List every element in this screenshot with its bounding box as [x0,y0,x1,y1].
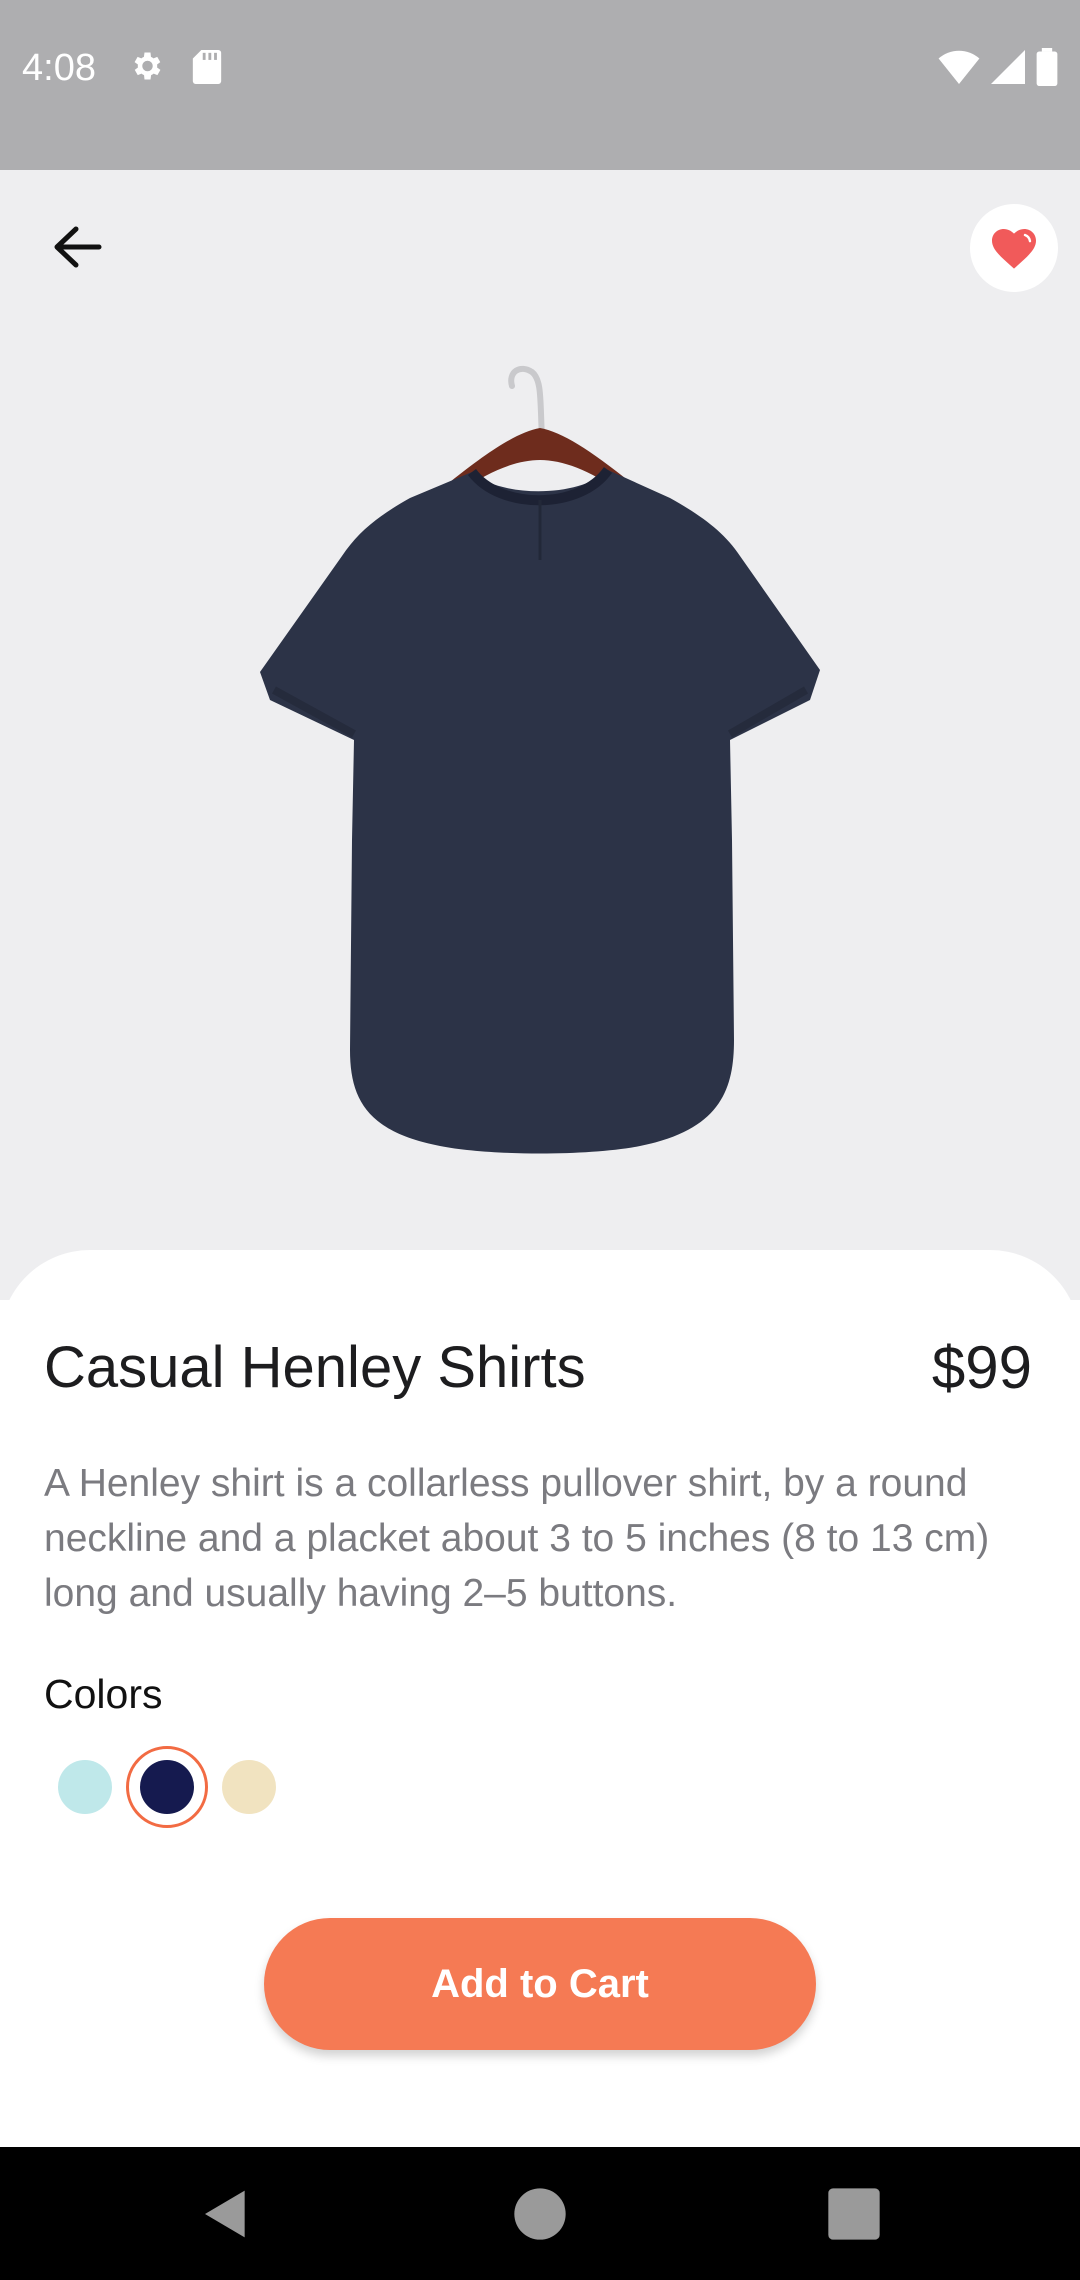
product-detail-screen: 4:08 Casual Henley Shirts $99 A Henley s… [0,0,1080,2280]
home-circle-icon[interactable] [512,2186,568,2242]
arrow-left-icon [54,226,102,268]
product-price: $99 [931,1334,1032,1401]
color-swatch-light-cyan[interactable] [58,1760,112,1814]
add-to-cart-button[interactable]: Add to Cart [264,1918,816,2050]
status-time: 4:08 [22,47,96,89]
favorite-button[interactable] [970,204,1058,292]
status-right-icons [938,48,1058,86]
heart-icon [992,229,1036,269]
colors-label: Colors [44,1671,163,1717]
wifi-icon [938,50,980,84]
sd-card-icon [192,50,222,84]
color-swatch-cream[interactable] [222,1760,276,1814]
back-button[interactable] [40,210,114,284]
gear-icon [134,52,161,80]
product-image [260,365,820,1154]
product-title: Casual Henley Shirts [44,1335,586,1400]
product-description: A Henley shirt is a collarless pullover … [44,1462,990,1615]
battery-icon [1036,48,1058,86]
status-bar: 4:08 [0,0,1080,170]
recents-square-icon[interactable] [826,2186,882,2242]
cell-signal-icon [991,50,1025,84]
back-triangle-icon[interactable] [198,2186,254,2242]
shirt-body [260,470,820,1154]
hanger-hook [508,365,545,441]
color-swatch-navy[interactable] [140,1760,194,1814]
